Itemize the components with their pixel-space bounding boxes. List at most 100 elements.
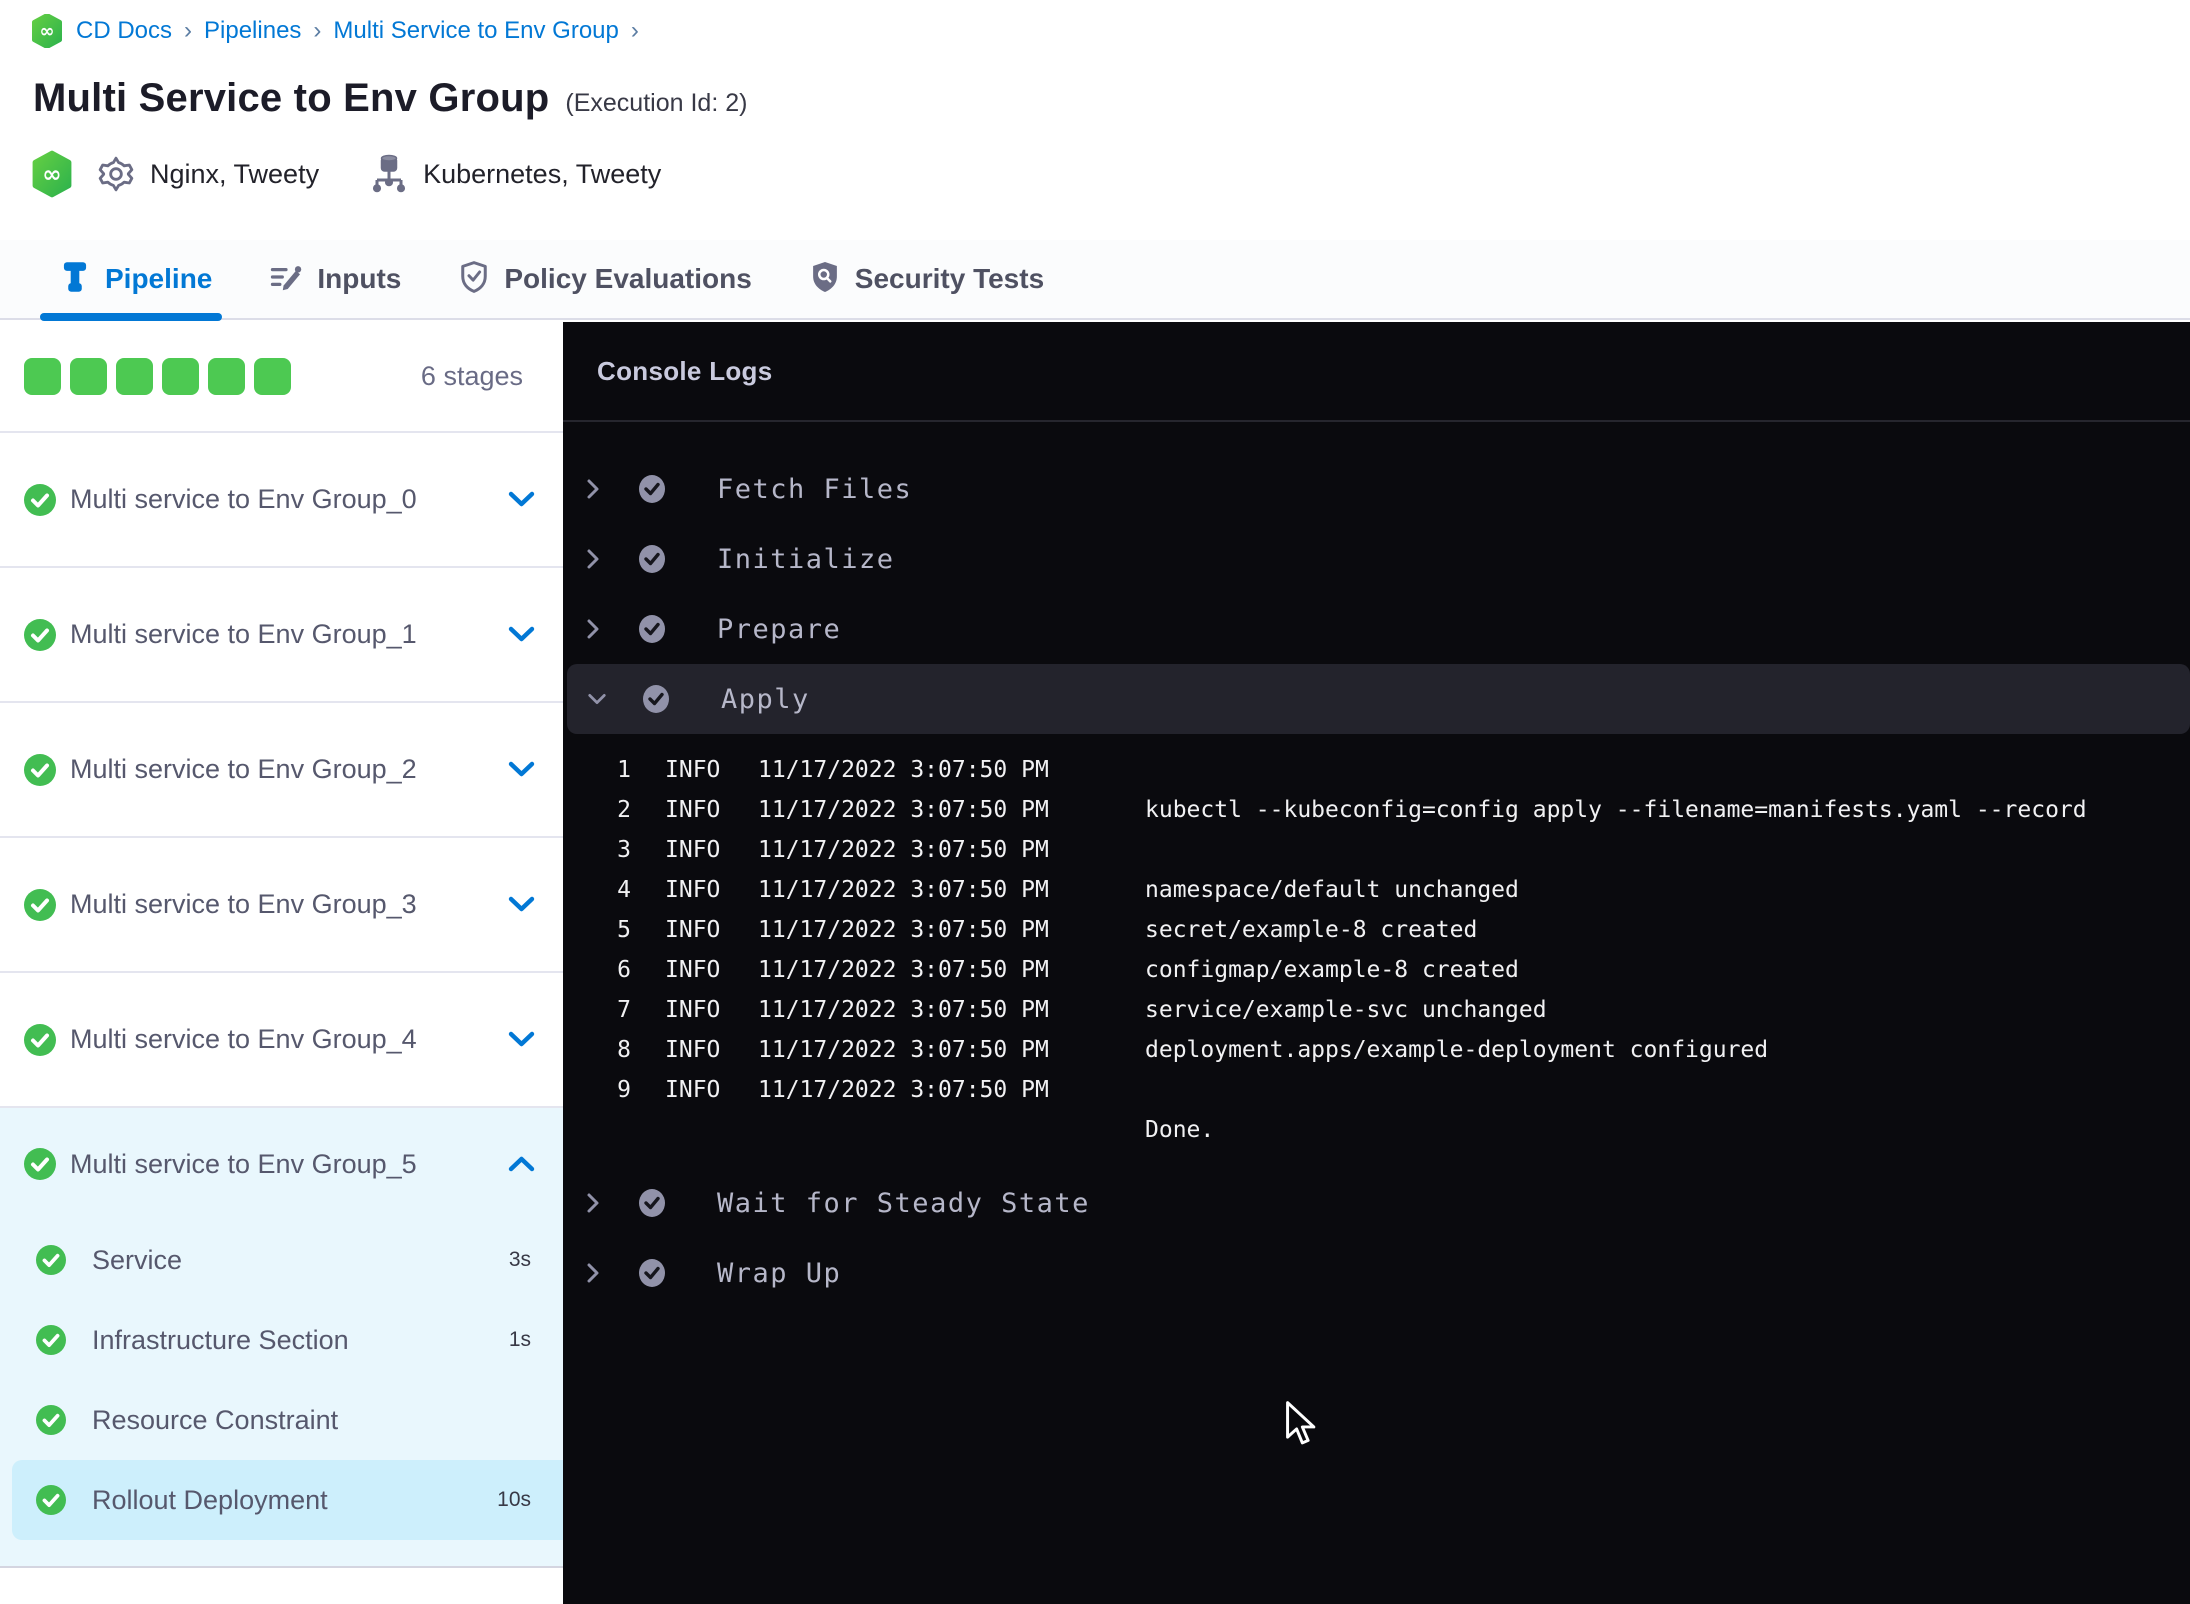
gear-icon — [98, 156, 134, 192]
chevron-right-icon[interactable] — [583, 548, 603, 570]
console-title: Console Logs — [597, 355, 773, 386]
log-message: service/example-svc unchanged — [1145, 997, 1547, 1023]
breadcrumb-separator: › — [313, 17, 322, 44]
mouse-cursor — [1286, 1401, 1316, 1445]
breadcrumb-link[interactable]: Pipelines — [204, 17, 301, 45]
log-line: 1 INFO 11/17/2022 3:07:50 PM — [563, 750, 2190, 790]
log-timestamp: 11/17/2022 3:07:50 PM — [758, 917, 1049, 943]
tabbar: Pipeline Inputs Policy Evaluations Secur… — [0, 239, 2190, 321]
log-message: namespace/default unchanged — [1145, 877, 1519, 903]
log-message: Done. — [1145, 1117, 1215, 1143]
stage-label: Multi service to Env Group_4 — [70, 1024, 417, 1054]
stage-row[interactable]: Multi service to Env Group_0 — [0, 433, 563, 568]
log-line-number: 1 — [617, 757, 631, 783]
log-timestamp: 11/17/2022 3:07:50 PM — [758, 797, 1049, 823]
console-section-label: Wrap Up — [717, 1257, 842, 1289]
stage-row[interactable]: Multi service to Env Group_4 — [0, 973, 563, 1108]
console-section-row[interactable]: Wait for Steady State — [563, 1168, 2190, 1238]
console-section-label: Wait for Steady State — [717, 1187, 1090, 1219]
chevron-right-icon[interactable] — [583, 618, 603, 640]
console-section-label: Fetch Files — [717, 473, 913, 505]
inputs-icon — [270, 262, 302, 297]
page-title: Multi Service to Env Group — [33, 76, 550, 120]
step-row[interactable]: Infrastructure Section 1s — [0, 1300, 563, 1380]
stages-summary: 6 stages — [0, 322, 563, 433]
step-row[interactable]: Rollout Deployment 10s — [12, 1460, 563, 1540]
console-section-row[interactable]: Wrap Up — [563, 1238, 2190, 1308]
chevron-right-icon[interactable] — [583, 478, 603, 500]
services-label: Nginx, Tweety — [150, 158, 320, 189]
stage-success-square — [70, 358, 107, 395]
log-message: secret/example-8 created — [1145, 917, 1478, 943]
chevron-icon[interactable] — [508, 896, 535, 913]
stage-success-square — [162, 358, 199, 395]
tab-inputs[interactable]: Inputs — [270, 239, 401, 319]
stage-label: Multi service to Env Group_5 — [70, 1148, 417, 1179]
log-message: kubectl --kubeconfig=config apply --file… — [1145, 797, 2087, 823]
policy-evaluations-icon — [459, 260, 489, 299]
stage-label: Multi service to Env Group_3 — [70, 889, 417, 919]
console-header: Console Logs — [563, 322, 2190, 422]
chevron-right-icon[interactable] — [583, 1262, 603, 1284]
log-line: 5 INFO 11/17/2022 3:07:50 PM secret/exam… — [563, 910, 2190, 950]
log-message: deployment.apps/example-deployment confi… — [1145, 1037, 1769, 1063]
console-section-row[interactable]: Prepare — [563, 594, 2190, 664]
chevron-up-icon[interactable] — [508, 1156, 535, 1173]
success-check-icon — [24, 1148, 56, 1180]
console-panel: Console Logs Fetch Files Initialize Prep… — [563, 322, 2190, 1604]
execution-id: (Execution Id: 2) — [565, 89, 748, 117]
chevron-icon[interactable] — [508, 1031, 535, 1048]
chevron-icon[interactable] — [508, 626, 535, 643]
pipeline-icon — [60, 261, 90, 298]
log-timestamp: 11/17/2022 3:07:50 PM — [758, 877, 1049, 903]
stage-row[interactable]: Multi service to Env Group_2 — [0, 703, 563, 838]
log-block: 1 INFO 11/17/2022 3:07:50 PM 2 INFO 11/1… — [563, 746, 2190, 1168]
step-row[interactable]: Service 3s — [0, 1220, 563, 1300]
chevron-right-icon[interactable] — [583, 1192, 603, 1214]
step-label: Resource Constraint — [92, 1404, 339, 1435]
breadcrumb-link[interactable]: CD Docs — [76, 17, 172, 45]
tab-security-tests[interactable]: Security Tests — [810, 239, 1044, 319]
stage-row[interactable]: Multi service to Env Group_3 — [0, 838, 563, 973]
breadcrumb-separator: › — [630, 17, 639, 44]
log-timestamp: 11/17/2022 3:07:50 PM — [758, 837, 1049, 863]
log-level: INFO — [665, 1077, 721, 1103]
stage-row[interactable]: Multi service to Env Group_1 — [0, 568, 563, 703]
tab-pipeline[interactable]: Pipeline — [39, 239, 223, 321]
log-line-number: 8 — [617, 1037, 631, 1063]
log-line-number: 6 — [617, 957, 631, 983]
step-row[interactable]: Resource Constraint — [0, 1380, 563, 1460]
stage-list: Multi service to Env Group_0 Multi servi… — [0, 433, 563, 1568]
breadcrumb-link[interactable]: Multi Service to Env Group — [333, 17, 618, 45]
tab-label: Pipeline — [105, 263, 213, 294]
console-section-row[interactable]: Fetch Files — [563, 454, 2190, 524]
success-check-icon — [36, 1405, 66, 1435]
console-section-label: Prepare — [717, 613, 842, 645]
harness-cd-icon — [32, 14, 62, 48]
log-level: INFO — [665, 997, 721, 1023]
log-level: INFO — [665, 837, 721, 863]
step-label: Infrastructure Section — [92, 1324, 349, 1355]
services-row: Nginx, Tweety Kubernetes, Tweety — [30, 150, 661, 198]
log-line: 2 INFO 11/17/2022 3:07:50 PM kubectl --k… — [563, 790, 2190, 830]
success-check-icon — [36, 1245, 66, 1275]
success-check-icon — [24, 1023, 56, 1056]
console-body: Fetch Files Initialize Prepare Apply 1 I… — [563, 422, 2190, 1308]
console-section-row[interactable]: Apply — [567, 664, 2190, 734]
chevron-icon[interactable] — [508, 491, 535, 508]
log-line-number: 4 — [617, 877, 631, 903]
environments-label: Kubernetes, Tweety — [423, 158, 662, 189]
success-check-icon — [24, 753, 56, 786]
step-label: Rollout Deployment — [92, 1484, 328, 1515]
success-check-icon — [24, 618, 56, 651]
console-section-row[interactable]: Initialize — [563, 524, 2190, 594]
tab-policy-evaluations[interactable]: Policy Evaluations — [459, 239, 752, 319]
chevron-down-icon[interactable] — [587, 692, 607, 706]
stage-row[interactable]: Multi service to Env Group_5 — [0, 1108, 563, 1220]
stage-label: Multi service to Env Group_2 — [70, 754, 417, 784]
log-timestamp: 11/17/2022 3:07:50 PM — [758, 957, 1049, 983]
chevron-icon[interactable] — [508, 761, 535, 778]
stage-success-square — [24, 358, 61, 395]
step-duration: 3s — [508, 1248, 531, 1271]
success-check-icon — [639, 1189, 665, 1217]
